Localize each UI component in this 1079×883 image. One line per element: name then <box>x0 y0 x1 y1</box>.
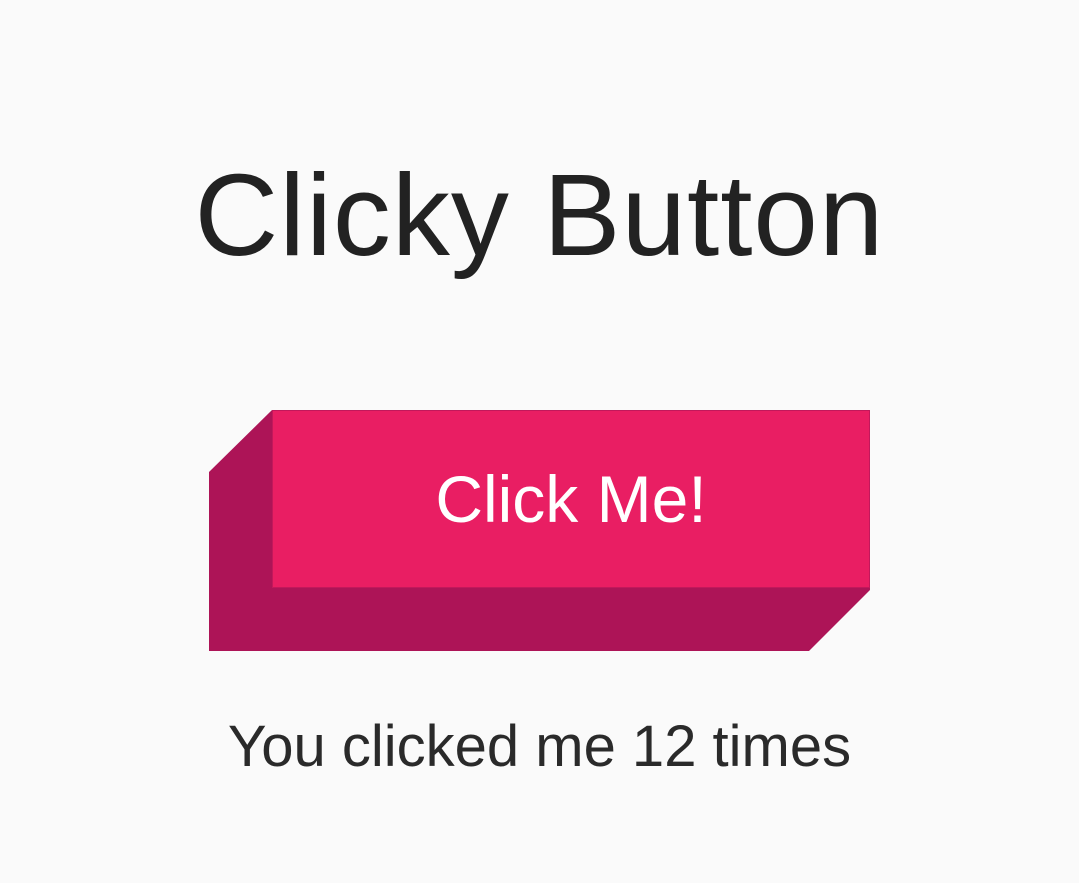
button-label: Click Me! <box>435 462 707 536</box>
button-face[interactable]: Click Me! <box>272 410 870 588</box>
click-me-button[interactable]: Click Me! <box>209 410 870 651</box>
app-page: Clicky Button Click Me! You clicked me 1… <box>0 0 1079 883</box>
page-title: Clicky Button <box>194 150 885 280</box>
click-count-text: You clicked me 12 times <box>227 714 852 779</box>
